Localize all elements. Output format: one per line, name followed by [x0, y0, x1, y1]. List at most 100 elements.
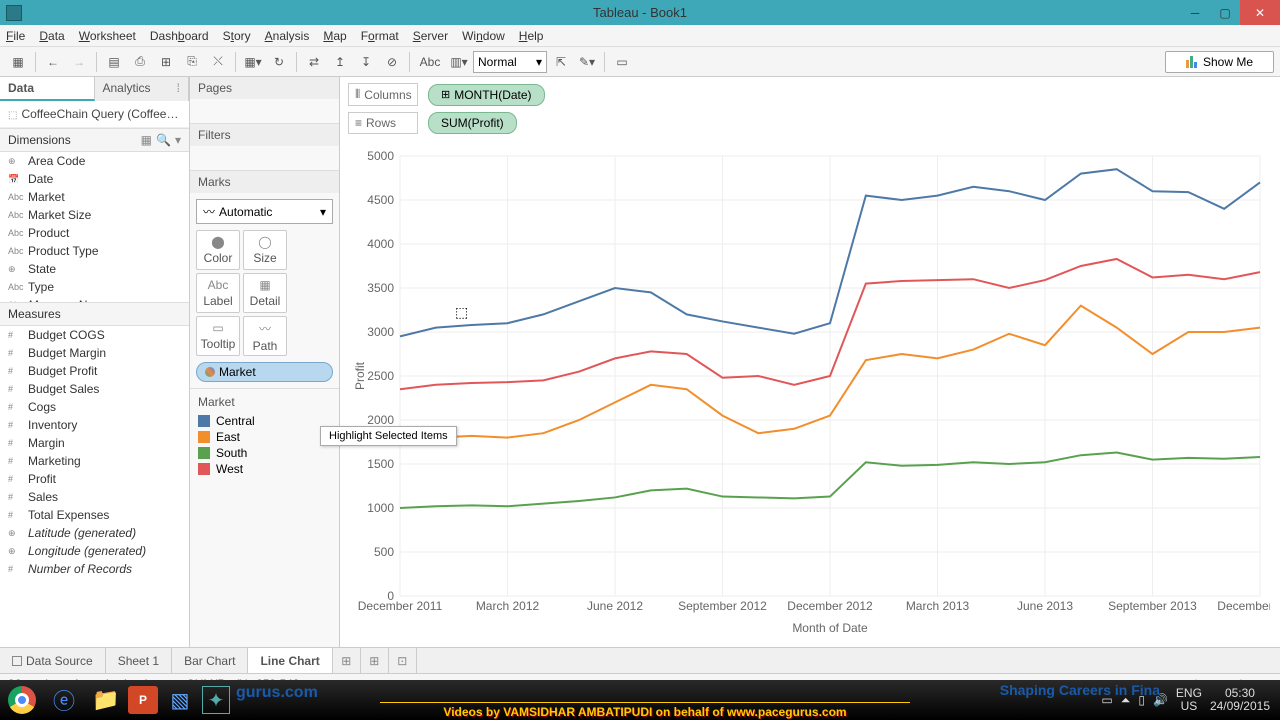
promo-banner: Videos by VAMSIDHAR AMBATIPUDI on behalf…: [380, 702, 910, 720]
svg-text:June 2013: June 2013: [1017, 599, 1073, 613]
minimize-button[interactable]: ─: [1180, 0, 1210, 25]
menu-analysis[interactable]: Analysis: [265, 29, 310, 43]
analytics-tab[interactable]: Analytics⁞: [95, 77, 190, 101]
powerpoint-icon[interactable]: P: [128, 686, 158, 714]
label-button[interactable]: Abc: [415, 51, 445, 73]
swap-button[interactable]: ⇄: [302, 51, 326, 73]
save-button[interactable]: ▤: [102, 51, 126, 73]
chart-area[interactable]: 0500100015002000250030003500400045005000…: [350, 146, 1270, 647]
search-icon[interactable]: 🔍: [156, 133, 171, 147]
measure-field[interactable]: #Sales: [0, 488, 189, 506]
new-dashboard-tab[interactable]: ⊞: [361, 648, 389, 673]
menu-server[interactable]: Server: [413, 29, 448, 43]
dimension-field[interactable]: 📅Date: [0, 170, 189, 188]
datasource-item[interactable]: CoffeeChain Query (Coffee C...: [0, 101, 189, 128]
menu-help[interactable]: Help: [519, 29, 544, 43]
mark-label-button[interactable]: AbcLabel: [196, 273, 240, 313]
measure-field[interactable]: #Inventory: [0, 416, 189, 434]
mark-size-button[interactable]: ◯Size: [243, 230, 287, 270]
data-tab[interactable]: Data: [0, 77, 95, 101]
menu-format[interactable]: Format: [361, 29, 399, 43]
tray-kbd[interactable]: US: [1176, 700, 1202, 713]
dimension-field[interactable]: AbcMarket: [0, 188, 189, 206]
legend-item[interactable]: South: [198, 445, 331, 461]
dimension-field[interactable]: AbcMarket Size: [0, 206, 189, 224]
fit-selector[interactable]: Normal▾: [473, 51, 547, 73]
chrome-icon[interactable]: [2, 680, 42, 720]
menu-story[interactable]: Story: [223, 29, 251, 43]
columns-shelf[interactable]: ⦀ Columns: [348, 83, 418, 106]
menu-worksheet[interactable]: Worksheet: [79, 29, 136, 43]
measure-field[interactable]: ⊕Latitude (generated): [0, 524, 189, 542]
ie-icon[interactable]: ⓔ: [44, 680, 84, 720]
legend-item[interactable]: West: [198, 461, 331, 477]
pin-button[interactable]: ⇱: [549, 51, 573, 73]
filters-shelf[interactable]: Filters: [190, 124, 339, 146]
dimension-field[interactable]: AbcType: [0, 278, 189, 296]
new-worksheet-button[interactable]: ⊞: [154, 51, 178, 73]
menu-dashboard[interactable]: Dashboard: [150, 29, 209, 43]
new-datasource-button[interactable]: ⎙: [128, 51, 152, 73]
view-icon[interactable]: ▦: [141, 133, 152, 147]
measure-field[interactable]: #Total Expenses: [0, 506, 189, 524]
app-icon-1[interactable]: ▧: [160, 680, 200, 720]
measure-field[interactable]: #Budget COGS: [0, 326, 189, 344]
legend-item[interactable]: Central: [198, 413, 331, 429]
clear-button[interactable]: ⤬: [206, 51, 230, 73]
legend-item[interactable]: East: [198, 429, 331, 445]
presentation-button[interactable]: ▥▾: [447, 51, 471, 73]
marks-pill-market[interactable]: Market: [196, 362, 333, 382]
mark-color-button[interactable]: ⬤Color: [196, 230, 240, 270]
explorer-icon[interactable]: 📁: [86, 680, 126, 720]
new-story-tab[interactable]: ⊡: [389, 648, 417, 673]
rows-pill[interactable]: SUM(Profit): [428, 112, 517, 134]
new-worksheet-tab[interactable]: ⊞: [333, 648, 361, 673]
back-button[interactable]: ←: [41, 51, 65, 73]
dimension-field[interactable]: AbcProduct: [0, 224, 189, 242]
duplicate-button[interactable]: ⎘: [180, 51, 204, 73]
mark-path-button[interactable]: 〰Path: [243, 316, 287, 356]
linechart-tab[interactable]: Line Chart: [248, 648, 332, 673]
datasource-tab[interactable]: Data Source: [0, 648, 106, 673]
sheet1-tab[interactable]: Sheet 1: [106, 648, 172, 673]
show-me-button[interactable]: Show Me: [1165, 51, 1274, 73]
menu-window[interactable]: Window: [462, 29, 505, 43]
run-button[interactable]: ↻: [267, 51, 291, 73]
rows-shelf[interactable]: ≡ Rows: [348, 112, 418, 134]
legend-title: Market: [198, 395, 331, 409]
pages-shelf[interactable]: Pages: [190, 77, 339, 99]
measure-field[interactable]: #Budget Profit: [0, 362, 189, 380]
measure-field[interactable]: #Profit: [0, 470, 189, 488]
tray-date[interactable]: 24/09/2015: [1210, 700, 1270, 713]
menu-data[interactable]: Data: [39, 29, 64, 43]
mark-detail-button[interactable]: ▦Detail: [243, 273, 287, 313]
measure-field[interactable]: #Budget Margin: [0, 344, 189, 362]
sort-asc-button[interactable]: ↥: [328, 51, 352, 73]
close-button[interactable]: ✕: [1240, 0, 1280, 25]
mark-tooltip-button[interactable]: ▭Tooltip: [196, 316, 240, 356]
menu-map[interactable]: Map: [323, 29, 346, 43]
tableau-taskbar-icon[interactable]: ✦: [202, 686, 230, 714]
start-icon[interactable]: ▦: [6, 51, 30, 73]
forward-button[interactable]: →: [67, 51, 91, 73]
columns-pill[interactable]: ⊞ MONTH(Date): [428, 84, 545, 106]
measure-field[interactable]: #Margin: [0, 434, 189, 452]
sort-desc-button[interactable]: ↧: [354, 51, 378, 73]
measure-field[interactable]: #Number of Records: [0, 560, 189, 578]
autoupdate-button[interactable]: ▦▾: [241, 51, 265, 73]
measure-field[interactable]: #Cogs: [0, 398, 189, 416]
mark-type-selector[interactable]: 〰 Automatic▾: [196, 199, 333, 224]
highlight-button[interactable]: ✎▾: [575, 51, 599, 73]
menu-file[interactable]: File: [6, 29, 25, 43]
menu-icon[interactable]: ▾: [175, 133, 181, 147]
measure-field[interactable]: ⊕Longitude (generated): [0, 542, 189, 560]
maximize-button[interactable]: ▢: [1210, 0, 1240, 25]
group-button[interactable]: ⊘: [380, 51, 404, 73]
measure-field[interactable]: #Marketing: [0, 452, 189, 470]
dimension-field[interactable]: AbcProduct Type: [0, 242, 189, 260]
dimension-field[interactable]: ⊕State: [0, 260, 189, 278]
barchart-tab[interactable]: Bar Chart: [172, 648, 248, 673]
measure-field[interactable]: #Budget Sales: [0, 380, 189, 398]
dimension-field[interactable]: ⊕Area Code: [0, 152, 189, 170]
present-button[interactable]: ▭: [610, 51, 634, 73]
